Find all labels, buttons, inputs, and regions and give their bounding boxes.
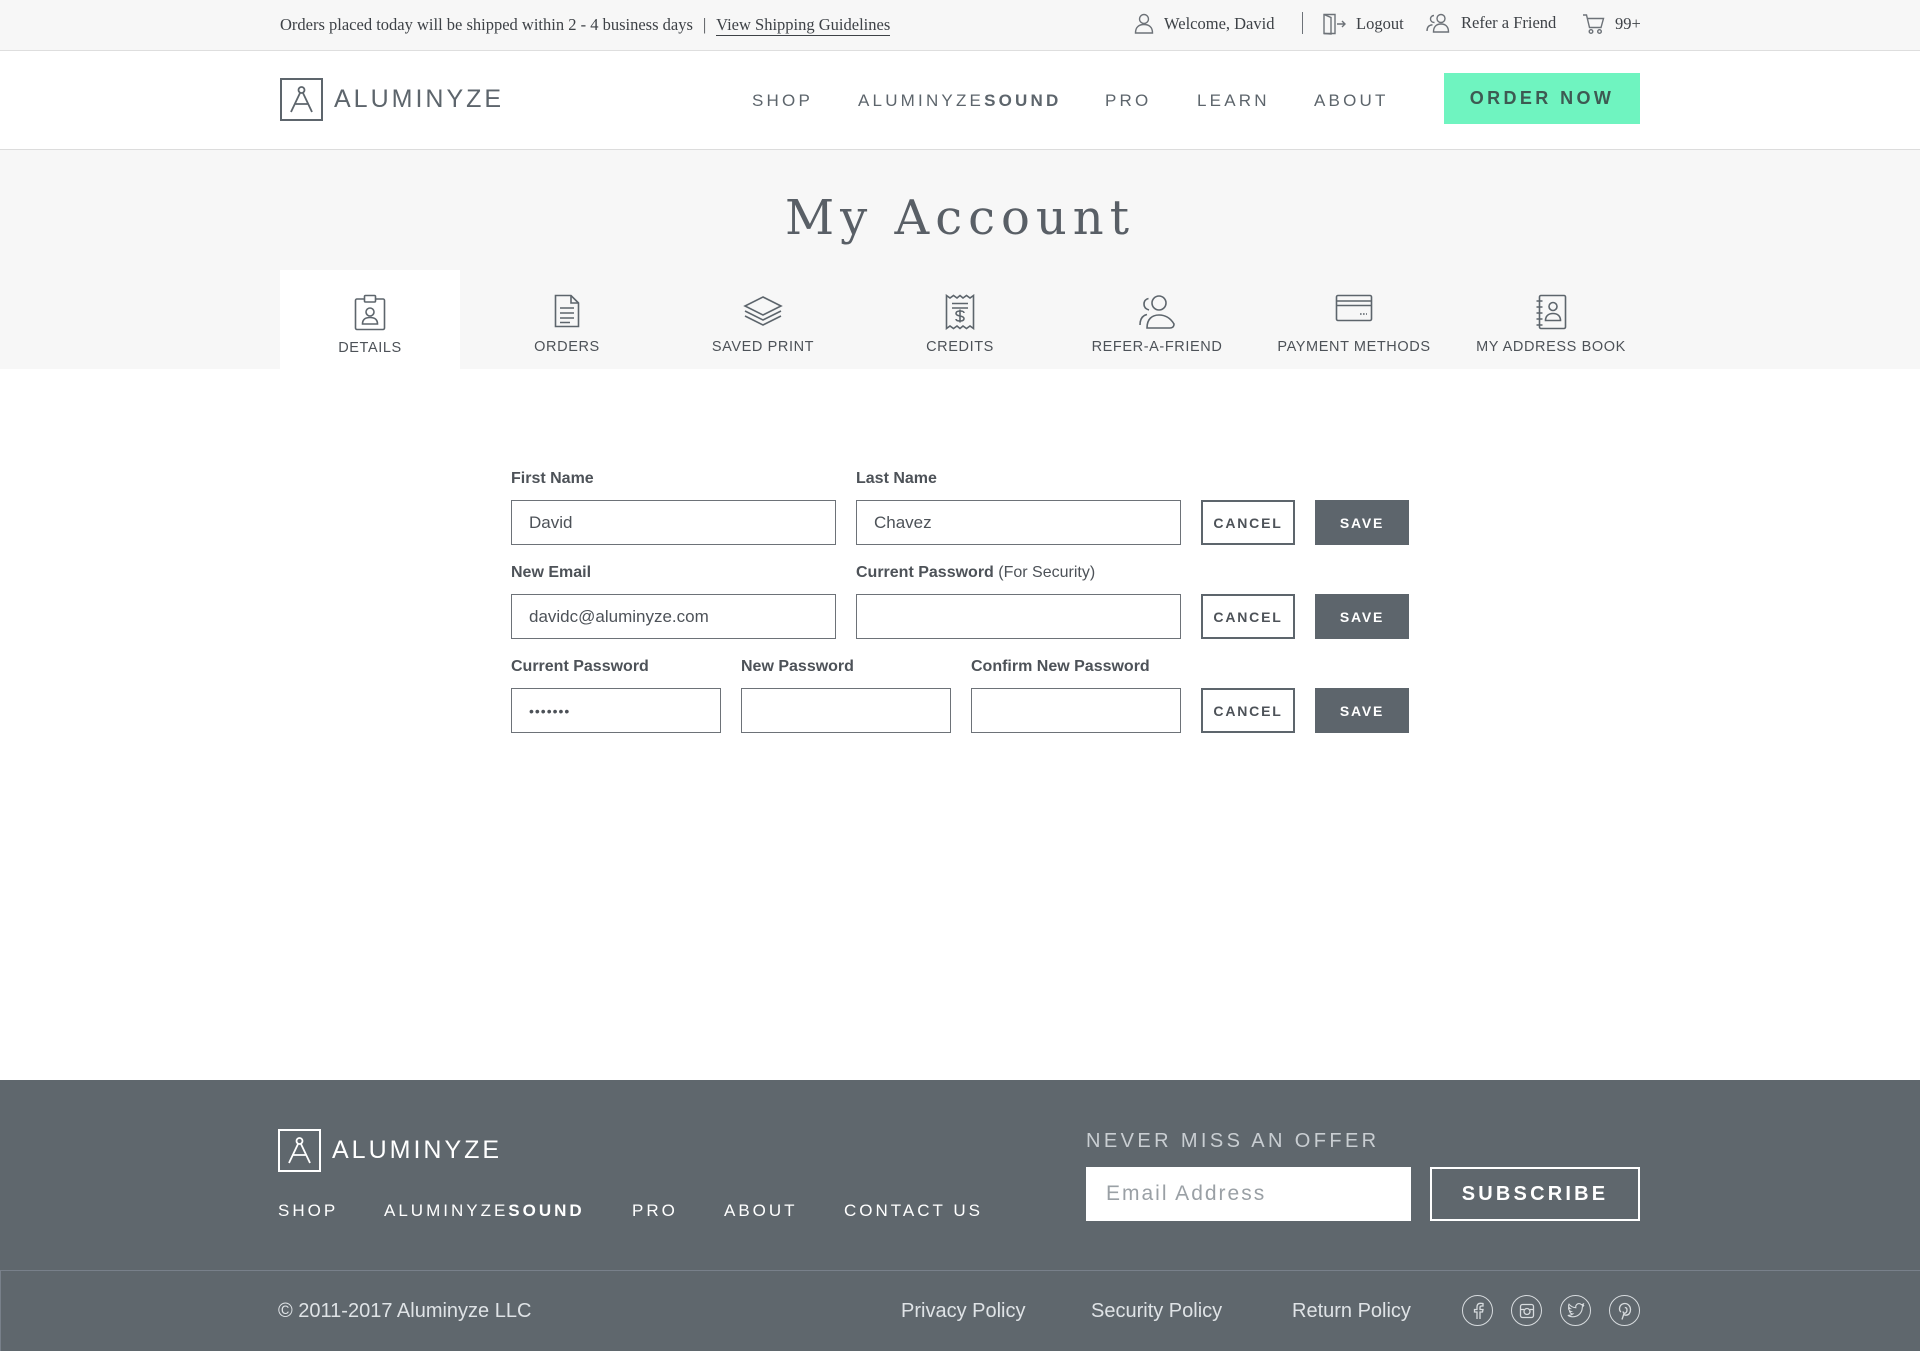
footer-logo[interactable]: ALUMINYZE bbox=[278, 1129, 502, 1172]
footer-sound-suffix: SOUND bbox=[508, 1201, 585, 1220]
footer-nav-aluminyze-sound[interactable]: ALUMINYZESOUND bbox=[384, 1201, 585, 1221]
first-name-input[interactable] bbox=[511, 500, 836, 545]
copyright: © 2011-2017 Aluminyze LLC bbox=[278, 1300, 532, 1322]
nav-sound-prefix: ALUMINYZE bbox=[858, 91, 985, 110]
main-header: ALUMINYZE SHOP ALUMINYZESOUND PRO LEARN … bbox=[0, 51, 1920, 150]
utility-divider bbox=[1302, 12, 1303, 34]
tab-refer-a-friend[interactable]: REFER-A-FRIEND bbox=[1067, 270, 1247, 369]
nav-sound-suffix: SOUND bbox=[984, 91, 1062, 110]
tab-label: MY ADDRESS BOOK bbox=[1476, 339, 1626, 355]
refer-friend-label: Refer a Friend bbox=[1461, 13, 1557, 32]
footer-nav-pro[interactable]: PRO bbox=[632, 1201, 678, 1221]
logo-mark-icon bbox=[278, 1129, 321, 1172]
nav-about[interactable]: ABOUT bbox=[1314, 91, 1389, 111]
last-name-label: Last Name bbox=[856, 470, 937, 487]
logout-link[interactable]: Logout bbox=[1322, 13, 1404, 35]
credit-card-icon bbox=[1335, 294, 1373, 322]
shipping-guidelines-link[interactable]: View Shipping Guidelines bbox=[716, 15, 891, 36]
instagram-icon[interactable] bbox=[1511, 1295, 1542, 1326]
page-title: My Account bbox=[785, 190, 1135, 246]
privacy-policy-link[interactable]: Privacy Policy bbox=[901, 1300, 1025, 1323]
cancel-button[interactable]: CANCEL bbox=[1201, 500, 1295, 545]
newsletter-title: NEVER MISS AN OFFER bbox=[1086, 1130, 1380, 1152]
new-email-label: New Email bbox=[511, 564, 592, 581]
tab-credits[interactable]: CREDITS bbox=[870, 270, 1050, 369]
security-password-label-text: Current Password bbox=[856, 564, 994, 581]
footer-nav-about[interactable]: ABOUT bbox=[724, 1201, 798, 1221]
facebook-icon[interactable] bbox=[1462, 1295, 1493, 1326]
confirm-password-input[interactable] bbox=[971, 688, 1181, 733]
logo-mark-icon bbox=[280, 78, 323, 121]
tab-label: SAVED PRINT bbox=[711, 339, 815, 355]
tab-details[interactable]: DETAILS bbox=[280, 270, 460, 369]
shipping-message-text: Orders placed today will be shipped with… bbox=[280, 15, 693, 34]
security-policy-link[interactable]: Security Policy bbox=[1091, 1300, 1222, 1323]
twitter-icon[interactable] bbox=[1560, 1295, 1591, 1326]
new-password-label: New Password bbox=[741, 658, 854, 675]
save-button[interactable]: SAVE bbox=[1315, 500, 1409, 545]
users-icon bbox=[1139, 295, 1175, 329]
security-password-label: Current Password (For Security) bbox=[856, 564, 1095, 582]
nav-aluminyze-sound[interactable]: ALUMINYZESOUND bbox=[858, 91, 1062, 111]
tab-label: DETAILS bbox=[338, 340, 402, 356]
return-policy-link[interactable]: Return Policy bbox=[1292, 1300, 1411, 1323]
last-name-input[interactable] bbox=[856, 500, 1181, 545]
utility-bar: Orders placed today will be shipped with… bbox=[0, 0, 1920, 51]
first-name-label: First Name bbox=[511, 470, 594, 487]
order-now-button[interactable]: ORDER NOW bbox=[1444, 73, 1640, 124]
current-password-label: Current Password bbox=[511, 658, 649, 675]
footer: ALUMINYZE SHOP ALUMINYZESOUND PRO ABOUT … bbox=[0, 1080, 1920, 1351]
footer-sound-prefix: ALUMINYZE bbox=[384, 1201, 509, 1220]
current-password-input[interactable] bbox=[511, 688, 721, 733]
cart-count: 99+ bbox=[1615, 14, 1641, 33]
cart-icon bbox=[1583, 14, 1605, 35]
new-password-input[interactable] bbox=[741, 688, 951, 733]
user-icon bbox=[1134, 13, 1154, 34]
welcome-text: Welcome, David bbox=[1164, 13, 1275, 33]
layers-icon bbox=[743, 296, 783, 326]
tab-label: PAYMENT METHODS bbox=[1277, 339, 1431, 355]
shipping-separator: | bbox=[703, 15, 707, 34]
confirm-password-label: Confirm New Password bbox=[971, 658, 1150, 675]
tab-label: CREDITS bbox=[926, 339, 994, 355]
nav-pro[interactable]: PRO bbox=[1105, 91, 1151, 111]
shipping-message: Orders placed today will be shipped with… bbox=[280, 15, 891, 36]
logout-label: Logout bbox=[1356, 14, 1404, 33]
tab-orders[interactable]: ORDERS bbox=[477, 270, 657, 369]
nav-learn[interactable]: LEARN bbox=[1197, 91, 1270, 111]
tab-saved-print[interactable]: SAVED PRINT bbox=[673, 270, 853, 369]
tab-my-address-book[interactable]: MY ADDRESS BOOK bbox=[1461, 270, 1641, 369]
logo-wordmark: ALUMINYZE bbox=[332, 1136, 503, 1164]
footer-nav-shop[interactable]: SHOP bbox=[278, 1201, 338, 1221]
newsletter-email-input[interactable] bbox=[1086, 1167, 1411, 1221]
users-icon bbox=[1426, 13, 1450, 33]
logo-wordmark: ALUMINYZE bbox=[334, 85, 505, 113]
new-email-input[interactable] bbox=[511, 594, 836, 639]
security-password-input[interactable] bbox=[856, 594, 1181, 639]
save-button[interactable]: SAVE bbox=[1315, 594, 1409, 639]
refer-friend-link[interactable]: Refer a Friend bbox=[1426, 13, 1556, 33]
document-icon bbox=[554, 294, 580, 328]
security-password-note: (For Security) bbox=[998, 564, 1096, 581]
footer-nav-contact[interactable]: CONTACT US bbox=[844, 1201, 983, 1221]
tab-label: REFER-A-FRIEND bbox=[1091, 339, 1223, 355]
nav-shop[interactable]: SHOP bbox=[752, 91, 813, 111]
tab-label: ORDERS bbox=[534, 339, 600, 355]
tab-payment-methods[interactable]: PAYMENT METHODS bbox=[1264, 270, 1444, 369]
cancel-button[interactable]: CANCEL bbox=[1201, 594, 1295, 639]
cancel-button[interactable]: CANCEL bbox=[1201, 688, 1295, 733]
id-badge-icon bbox=[354, 294, 386, 331]
receipt-dollar-icon bbox=[945, 294, 975, 330]
logout-door-icon bbox=[1323, 13, 1346, 35]
subscribe-button[interactable]: SUBSCRIBE bbox=[1430, 1167, 1640, 1221]
account-hero: My Account DETAILS ORDERS SAVED PRINT CR… bbox=[0, 150, 1920, 369]
cart-link[interactable]: 99+ bbox=[1582, 13, 1641, 35]
header-logo[interactable]: ALUMINYZE bbox=[280, 78, 504, 121]
save-button[interactable]: SAVE bbox=[1315, 688, 1409, 733]
address-book-icon bbox=[1536, 294, 1567, 330]
pinterest-icon[interactable] bbox=[1609, 1295, 1640, 1326]
welcome-user[interactable]: Welcome, David bbox=[1134, 13, 1274, 34]
